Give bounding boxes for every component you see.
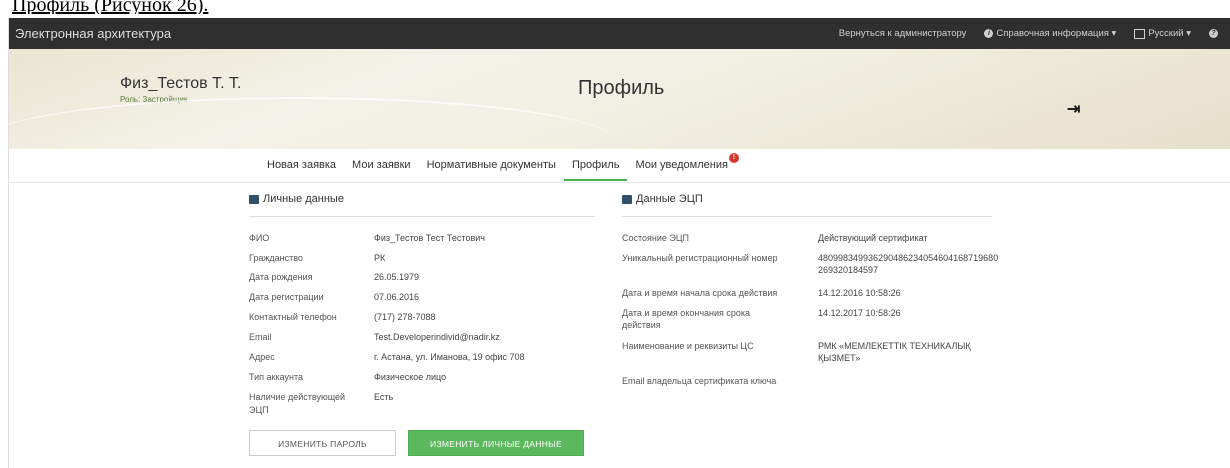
row-value: Физическое лицо bbox=[374, 372, 447, 382]
row-value: 26.05.1979 bbox=[374, 272, 420, 282]
question-circle-icon: ? bbox=[1209, 29, 1218, 38]
sign-out-icon[interactable]: ⇥ bbox=[1067, 99, 1080, 119]
row-label: Дата и время окончания срока действия bbox=[622, 308, 751, 330]
row-value: Действующий сертификат bbox=[818, 233, 928, 243]
row-label-cont: ЭЦП bbox=[249, 405, 269, 415]
image-icon bbox=[249, 194, 259, 204]
divider bbox=[249, 216, 595, 217]
profile-header: Физ_Тестов Т. Т. Роль: Застройщик Профил… bbox=[0, 49, 1230, 149]
row-label: Дата рождения bbox=[249, 272, 313, 282]
ecp-heading-label: Данные ЭЦП bbox=[636, 193, 703, 205]
page-title: Профиль bbox=[578, 77, 665, 99]
row-value: РК bbox=[374, 253, 386, 263]
personal-data-heading: Личные данные bbox=[249, 193, 344, 205]
notification-badge: ! bbox=[728, 153, 739, 163]
row-value: 4809983499362904862340546041687196802693… bbox=[818, 253, 999, 275]
top-navbar: Электронная архитектура Вернуться к адми… bbox=[9, 18, 1230, 49]
navbar-right: Вернуться к администратору i Справочная и… bbox=[839, 18, 1230, 49]
help-button[interactable]: ? bbox=[1209, 29, 1221, 38]
row-label: Тип аккаунта bbox=[249, 372, 303, 382]
divider bbox=[622, 216, 992, 217]
help-label: Справочная информация ▾ bbox=[996, 28, 1117, 39]
tabs: Новая заявка Мои заявки Нормативные доку… bbox=[259, 153, 739, 181]
row-label: Адрес bbox=[249, 352, 275, 362]
row-label: Гражданство bbox=[249, 253, 303, 263]
tab-notifications-label: Мои уведомления bbox=[635, 159, 728, 171]
language-label: Русский ▾ bbox=[1148, 28, 1191, 39]
user-name: Физ_Тестов Т. Т. bbox=[120, 75, 242, 92]
tab-new-request[interactable]: Новая заявка bbox=[259, 159, 344, 181]
ecp-data-heading: Данные ЭЦП bbox=[622, 193, 703, 205]
flag-icon bbox=[1134, 28, 1146, 39]
user-role: Роль: Застройщик bbox=[120, 95, 188, 104]
row-label: ФИО bbox=[249, 233, 270, 243]
row-value: РМК «МЕМЛЕКЕТТІК ТЕХНИКАЛЫҚ ҚЫЗМЕТ» bbox=[818, 341, 971, 363]
personal-heading-label: Личные данные bbox=[263, 193, 344, 205]
app-window: Электронная архитектура Вернуться к адми… bbox=[0, 18, 1230, 468]
email-link[interactable]: Test.Developerindivid@nadir.kz bbox=[374, 331, 500, 343]
row-value: Физ_Тестов Тест Тестович bbox=[374, 233, 485, 243]
edit-personal-data-button[interactable]: ИЗМЕНИТЬ ЛИЧНЫЕ ДАННЫЕ bbox=[408, 430, 584, 456]
change-password-button[interactable]: ИЗМЕНИТЬ ПАРОЛЬ bbox=[249, 430, 396, 456]
back-to-admin-link[interactable]: Вернуться к администратору bbox=[839, 28, 967, 39]
row-value: Есть bbox=[374, 392, 394, 402]
row-label: Email bbox=[249, 332, 272, 342]
row-label: Уникальный регистрационный номер bbox=[622, 253, 778, 263]
row-label: Наименование и реквизиты ЦС bbox=[622, 341, 754, 351]
tab-notifications[interactable]: Мои уведомления! bbox=[627, 153, 739, 181]
row-label: Дата и время начала срока действия bbox=[622, 288, 778, 298]
tab-profile[interactable]: Профиль bbox=[563, 159, 628, 181]
tab-regulations[interactable]: Нормативные документы bbox=[419, 159, 564, 181]
row-label: Дата регистрации bbox=[249, 292, 324, 302]
row-value: 07.06.2016 bbox=[374, 292, 420, 302]
info-icon: i bbox=[984, 29, 994, 38]
tab-my-requests[interactable]: Мои заявки bbox=[344, 159, 419, 181]
row-label: Состояние ЭЦП bbox=[622, 233, 690, 243]
document-caption: Профиль (Рисунок 26). bbox=[12, 0, 209, 14]
row-value: 14.12.2017 10:58:26 bbox=[818, 308, 901, 318]
row-label: Email владельца сертификата ключа bbox=[622, 376, 777, 386]
row-label: Наличие действующей bbox=[249, 392, 346, 402]
row-value: (717) 278-7088 bbox=[374, 312, 436, 322]
row-value: 14.12.2016 10:58:26 bbox=[818, 288, 901, 298]
language-dropdown[interactable]: Русский ▾ bbox=[1134, 28, 1191, 39]
image-icon bbox=[622, 194, 632, 204]
row-label: Контактный телефон bbox=[249, 312, 337, 322]
help-dropdown[interactable]: i Справочная информация ▾ bbox=[984, 28, 1116, 39]
tabs-bar: Новая заявка Мои заявки Нормативные доку… bbox=[9, 149, 1230, 183]
brand-link[interactable]: Электронная архитектура bbox=[15, 26, 171, 41]
row-value: г. Астана, ул. Иманова, 19 офис 708 bbox=[374, 352, 525, 362]
